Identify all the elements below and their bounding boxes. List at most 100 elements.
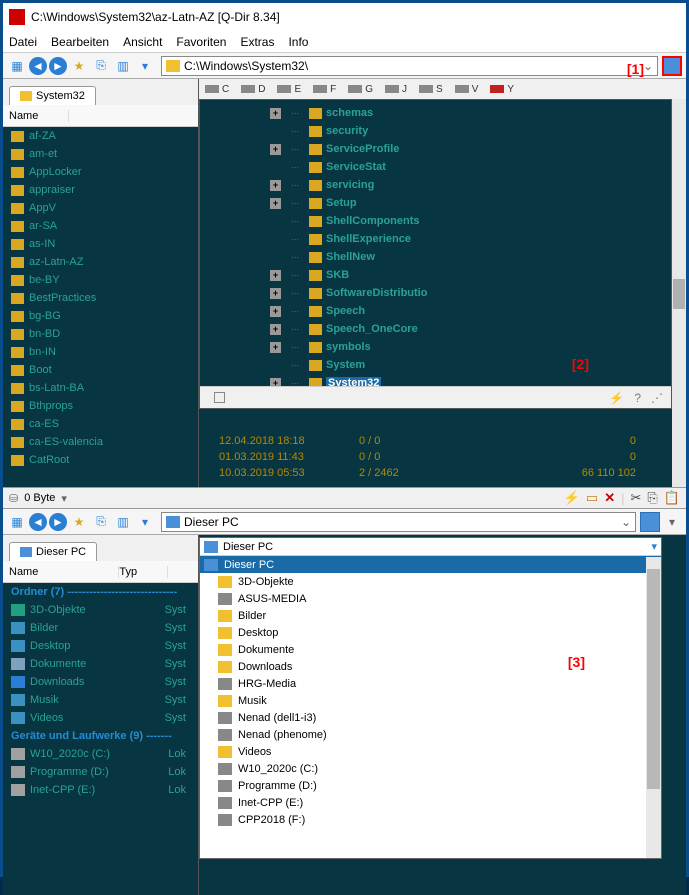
combo-item[interactable]: HRG-Media: [200, 675, 661, 692]
forward-button[interactable]: ►: [49, 57, 67, 75]
scroll-thumb[interactable]: [673, 279, 685, 309]
combo-dropdown[interactable]: Dieser PC ▾ Dieser PC3D-ObjekteASUS-MEDI…: [199, 537, 662, 859]
list-item[interactable]: az-Latn-AZ: [3, 253, 198, 271]
forward-button[interactable]: ►: [49, 513, 67, 531]
list-item[interactable]: 3D-ObjekteSyst: [3, 601, 198, 619]
column-header[interactable]: Name: [3, 105, 198, 127]
column-header[interactable]: Name Typ: [3, 561, 198, 583]
tree-item[interactable]: ⋯ShellExperience: [270, 230, 671, 248]
combo-item[interactable]: Programme (D:): [200, 777, 661, 794]
resize-grip-icon[interactable]: ⋰: [651, 391, 663, 405]
tree-item[interactable]: +⋯SoftwareDistributio: [270, 284, 671, 302]
list-item[interactable]: DesktopSyst: [3, 637, 198, 655]
tab-system32[interactable]: System32: [9, 86, 96, 105]
address-bar-bottom[interactable]: Dieser PC ⌄: [161, 512, 636, 532]
expand-icon[interactable]: +: [270, 144, 281, 155]
expand-icon[interactable]: +: [270, 198, 281, 209]
scrollbar[interactable]: [672, 99, 686, 487]
back-button[interactable]: ◄: [29, 57, 47, 75]
address-dropdown-icon[interactable]: ⌄: [621, 515, 631, 529]
drive-J[interactable]: J: [385, 84, 407, 95]
tree-item[interactable]: +⋯servicing: [270, 176, 671, 194]
address-dropdown-icon[interactable]: ⌄: [643, 59, 653, 73]
combo-item[interactable]: CPP2018 (F:): [200, 811, 661, 828]
tree-item[interactable]: +⋯symbols: [270, 338, 671, 356]
tree-item[interactable]: +⋯ServiceProfile: [270, 140, 671, 158]
list-item[interactable]: VideosSyst: [3, 709, 198, 727]
combo-item[interactable]: Musik: [200, 692, 661, 709]
copy-button[interactable]: ⎘: [91, 512, 111, 532]
expand-icon[interactable]: +: [270, 324, 281, 335]
combo-item[interactable]: Nenad (dell1-i3): [200, 709, 661, 726]
list-item[interactable]: W10_2020c (C:)Lok: [3, 745, 198, 763]
drive-V[interactable]: V: [455, 84, 479, 95]
list-item[interactable]: DownloadsSyst: [3, 673, 198, 691]
combo-selected-row[interactable]: Dieser PC ▾: [200, 538, 661, 556]
list-item[interactable]: MusikSyst: [3, 691, 198, 709]
layout-button[interactable]: ▦: [7, 512, 27, 532]
tree-item[interactable]: +⋯SKB: [270, 266, 671, 284]
tree-item[interactable]: ⋯System: [270, 356, 671, 374]
col-name[interactable]: Name: [9, 110, 69, 122]
combo-item[interactable]: W10_2020c (C:): [200, 760, 661, 777]
drive-S[interactable]: S: [419, 84, 443, 95]
dropdown-button[interactable]: ▾: [135, 56, 155, 76]
list-item[interactable]: BestPractices: [3, 289, 198, 307]
list-item[interactable]: Inet-CPP (E:)Lok: [3, 781, 198, 799]
list-item[interactable]: ca-ES: [3, 415, 198, 433]
combo-item[interactable]: Desktop: [200, 624, 661, 641]
tree-toggle-button[interactable]: [640, 512, 660, 532]
drive-F[interactable]: F: [313, 84, 336, 95]
tree-item[interactable]: ⋯ServiceStat: [270, 158, 671, 176]
expand-icon[interactable]: +: [270, 306, 281, 317]
col-type[interactable]: Typ: [119, 566, 168, 578]
tree-item[interactable]: +⋯schemas: [270, 104, 671, 122]
list-item[interactable]: as-IN: [3, 235, 198, 253]
list-item[interactable]: Programme (D:)Lok: [3, 763, 198, 781]
expand-icon[interactable]: +: [270, 108, 281, 119]
combo-item[interactable]: Dokumente: [200, 641, 661, 658]
tree-list[interactable]: +⋯schemas⋯security+⋯ServiceProfile⋯Servi…: [200, 100, 671, 409]
list-item[interactable]: BilderSyst: [3, 619, 198, 637]
expand-icon[interactable]: +: [270, 342, 281, 353]
dropdown-button[interactable]: ▾: [135, 512, 155, 532]
list-item[interactable]: bs-Latn-BA: [3, 379, 198, 397]
bottom-left-file-list[interactable]: Ordner (7) -----------------------------…: [3, 583, 198, 895]
fav-button[interactable]: ★: [69, 56, 89, 76]
lightning-icon[interactable]: ⚡: [564, 490, 580, 506]
drive-C[interactable]: C: [205, 84, 229, 95]
list-item[interactable]: ar-SA: [3, 217, 198, 235]
copy-button[interactable]: ⎘: [91, 56, 111, 76]
expand-icon[interactable]: +: [270, 270, 281, 281]
delete-icon[interactable]: ✕: [604, 490, 615, 506]
back-button[interactable]: ◄: [29, 513, 47, 531]
size-dropdown-icon[interactable]: ▾: [61, 492, 67, 505]
drive-G[interactable]: G: [348, 84, 373, 95]
tree-checkbox[interactable]: [214, 392, 225, 403]
copy-icon[interactable]: ⎘: [647, 490, 657, 506]
list-item[interactable]: ca-ES-valencia: [3, 433, 198, 451]
lightning-icon[interactable]: ⚡: [609, 391, 624, 405]
list-item[interactable]: af-ZA: [3, 127, 198, 145]
address-bar-top[interactable]: C:\Windows\System32\ ⌄: [161, 56, 658, 76]
list-item[interactable]: be-BY: [3, 271, 198, 289]
combo-arrow-icon[interactable]: ▾: [651, 540, 657, 553]
menu-favoriten[interactable]: Favoriten: [176, 35, 226, 49]
list-item[interactable]: am-et: [3, 145, 198, 163]
grid-button[interactable]: ▥: [113, 56, 133, 76]
window-icon[interactable]: ▭: [586, 490, 598, 506]
list-item[interactable]: Boot: [3, 361, 198, 379]
list-item[interactable]: DokumenteSyst: [3, 655, 198, 673]
combo-item[interactable]: Downloads: [200, 658, 661, 675]
tree-item[interactable]: +⋯Setup: [270, 194, 671, 212]
tree-item[interactable]: +⋯Speech_OneCore: [270, 320, 671, 338]
extra-dropdown-icon[interactable]: ▾: [662, 512, 682, 532]
combo-list[interactable]: Dieser PC3D-ObjekteASUS-MEDIABilderDeskt…: [200, 556, 661, 828]
group-header[interactable]: Geräte und Laufwerke (9) -------: [3, 727, 198, 745]
layout-button[interactable]: ▦: [7, 56, 27, 76]
combo-item[interactable]: ASUS-MEDIA: [200, 590, 661, 607]
combo-item[interactable]: Inet-CPP (E:): [200, 794, 661, 811]
expand-icon[interactable]: +: [270, 180, 281, 191]
list-item[interactable]: bn-BD: [3, 325, 198, 343]
paste-icon[interactable]: 📋: [664, 490, 680, 506]
